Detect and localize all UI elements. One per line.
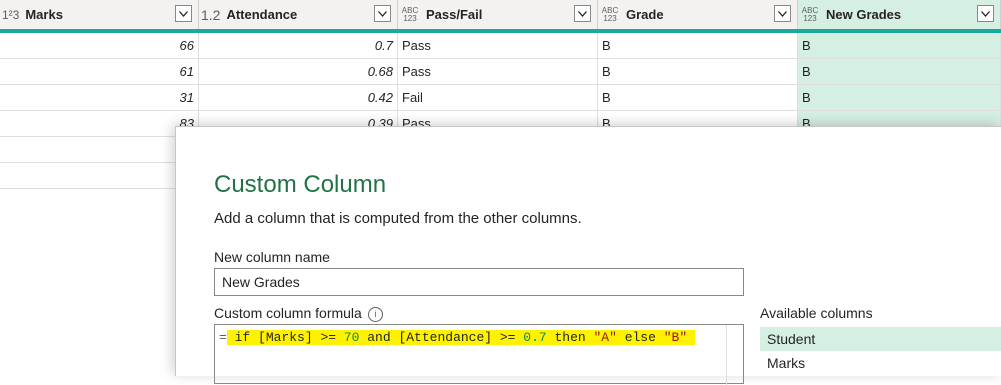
column-header-row: 1²3 Marks 1.2 Attendance ABC 123 Pass/Fai… (0, 0, 1001, 30)
formula-editor[interactable]: = if [Marks] >= 70 and [Attendance] >= 0… (214, 324, 744, 385)
chevron-down-icon (981, 10, 990, 17)
new-column-name-label: New column name (214, 249, 330, 265)
formula-token: then (546, 330, 594, 345)
formula-string: "B" (663, 330, 688, 345)
filter-dropdown-button[interactable] (175, 5, 192, 22)
formula-scrollbar[interactable] (726, 325, 743, 385)
formula-number: 70 (343, 330, 360, 345)
filter-dropdown-button[interactable] (774, 5, 791, 22)
whole-number-type-icon[interactable]: 1²3 (2, 9, 19, 21)
available-columns-label: Available columns (760, 305, 873, 321)
cell-grade[interactable]: B (598, 85, 798, 111)
cell-pass-fail[interactable]: Pass (398, 59, 598, 85)
info-icon[interactable]: i (367, 306, 383, 322)
formula-token: if [Marks] >= (234, 330, 344, 345)
cell-marks[interactable]: 83 (0, 111, 199, 137)
filter-dropdown-button[interactable] (977, 5, 994, 22)
new-column-name-input[interactable] (214, 268, 744, 296)
empty-row (0, 163, 176, 189)
column-header-new-grades[interactable]: ABC 123 New Grades (798, 0, 1001, 29)
chevron-down-icon (378, 10, 387, 17)
column-header-label: Grade (626, 7, 664, 22)
dialog-subtitle: Add a column that is computed from the o… (214, 210, 582, 227)
cell-grade[interactable]: B (598, 33, 798, 59)
formula-text[interactable]: = if [Marks] >= 70 and [Attendance] >= 0… (219, 330, 695, 345)
filter-dropdown-button[interactable] (374, 5, 391, 22)
chevron-down-icon (179, 10, 188, 17)
formula-token: and [Attendance] >= (359, 330, 524, 345)
formula-token: else (616, 330, 664, 345)
column-header-grade[interactable]: ABC 123 Grade (598, 0, 798, 29)
table-row[interactable]: 66 0.7 Pass B B (0, 33, 1001, 59)
cell-marks[interactable]: 61 (0, 59, 199, 85)
formula-label: Custom column formula (214, 305, 362, 321)
table-row[interactable]: 31 0.42 Fail B B (0, 85, 1001, 111)
cell-new-grades[interactable]: B (798, 85, 1001, 111)
column-header-pass-fail[interactable]: ABC 123 Pass/Fail (398, 0, 598, 29)
column-header-label: Pass/Fail (426, 7, 483, 22)
formula-label-row: Custom column formula i (214, 305, 383, 322)
any-type-icon[interactable]: ABC 123 (400, 6, 420, 23)
equals-sign: = (219, 330, 227, 345)
empty-row (0, 137, 176, 163)
cell-pass-fail[interactable]: Fail (398, 85, 598, 111)
formula-string: "A" (593, 330, 617, 345)
cell-new-grades[interactable]: B (798, 59, 1001, 85)
any-type-icon[interactable]: ABC 123 (800, 6, 820, 23)
column-header-marks[interactable]: 1²3 Marks (0, 0, 199, 29)
cell-attendance[interactable]: 0.42 (199, 85, 398, 111)
cell-marks[interactable]: 66 (0, 33, 199, 59)
custom-column-dialog: Custom Column Add a column that is compu… (175, 126, 1001, 385)
any-type-icon[interactable]: ABC 123 (600, 6, 620, 23)
cell-attendance[interactable]: 0.7 (199, 33, 398, 59)
cell-new-grades[interactable]: B (798, 33, 1001, 59)
available-column-student[interactable]: Student (760, 327, 1001, 351)
column-header-label: Marks (25, 7, 63, 22)
cell-grade[interactable]: B (598, 59, 798, 85)
cell-attendance[interactable]: 0.68 (199, 59, 398, 85)
decimal-number-type-icon[interactable]: 1.2 (201, 8, 220, 22)
column-header-label: Attendance (226, 7, 298, 22)
chevron-down-icon (778, 10, 787, 17)
formula-highlight: if [Marks] >= 70 and [Attendance] >= 0.7… (226, 330, 695, 345)
dialog-title: Custom Column (214, 171, 387, 198)
column-header-attendance[interactable]: 1.2 Attendance (199, 0, 398, 29)
column-header-label: New Grades (826, 7, 902, 22)
available-columns-list: Student Marks (760, 327, 1001, 375)
formula-number: 0.7 (523, 330, 547, 345)
table-row[interactable]: 61 0.68 Pass B B (0, 59, 1001, 85)
available-column-marks[interactable]: Marks (760, 351, 1001, 375)
cell-marks[interactable]: 31 (0, 85, 199, 111)
chevron-down-icon (578, 10, 587, 17)
filter-dropdown-button[interactable] (574, 5, 591, 22)
cell-pass-fail[interactable]: Pass (398, 33, 598, 59)
